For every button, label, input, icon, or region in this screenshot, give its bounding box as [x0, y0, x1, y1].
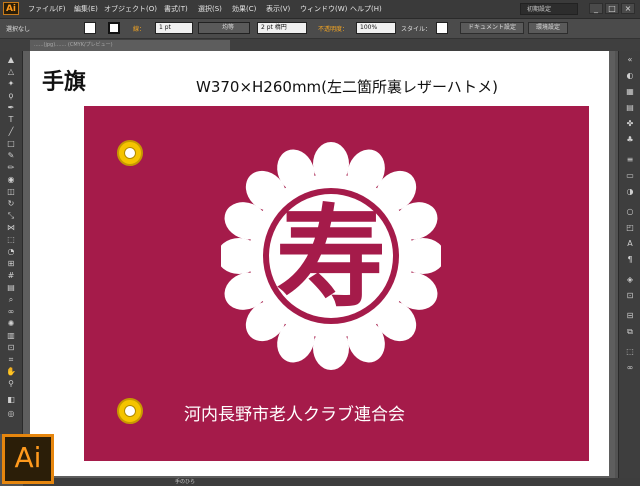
brush-select[interactable]: 2 pt 楕円 — [257, 22, 307, 34]
color-panel-icon[interactable]: ◐ — [624, 71, 636, 81]
paragraph-panel-icon[interactable]: ¶ — [624, 255, 636, 265]
menu-edit[interactable]: 編集(E) — [74, 4, 98, 14]
artwork-spec: W370×H260mm(左二箇所裏レザーハトメ) — [196, 78, 499, 96]
close-button[interactable]: × — [621, 3, 635, 14]
artboards-panel-icon[interactable]: ⊡ — [624, 291, 636, 301]
pencil-tool-icon[interactable]: ✏ — [5, 163, 17, 173]
workspace-switcher[interactable]: 初期設定 — [520, 3, 578, 15]
appearance-panel-icon[interactable]: ○ — [624, 207, 636, 217]
stroke-label[interactable]: 線： — [133, 24, 145, 33]
collapse-icon[interactable]: « — [624, 55, 636, 65]
paintbrush-tool-icon[interactable]: ✎ — [5, 151, 17, 161]
symbols-panel-icon[interactable]: ♣ — [624, 135, 636, 145]
fill-stroke-icon[interactable]: ◧ — [5, 395, 17, 405]
menu-window[interactable]: ウィンドウ(W) — [300, 4, 347, 14]
top-grommet — [117, 140, 143, 166]
type-tool-icon[interactable]: T — [5, 115, 17, 125]
bottom-grommet — [117, 398, 143, 424]
menu-file[interactable]: ファイル(F) — [28, 4, 66, 14]
illustrator-badge: Ai — [2, 434, 54, 484]
slice-tool-icon[interactable]: ⌗ — [5, 355, 17, 365]
artwork-title: 手旗 — [42, 69, 87, 95]
selection-status: 選択なし — [6, 26, 31, 33]
app-logo: Ai — [3, 2, 19, 15]
document-tab[interactable]: ......(jpg)....... (CMYK/プレビュー) — [30, 40, 230, 51]
menu-view[interactable]: 表示(V) — [266, 4, 290, 14]
transform-panel-icon[interactable]: ⬚ — [624, 347, 636, 357]
menu-bar: Ai ファイル(F) 編集(E) オブジェクト(O) 書式(T) 選択(S) 効… — [0, 0, 640, 19]
lasso-tool-icon[interactable]: ϙ — [5, 91, 17, 101]
artboard-tool-icon[interactable]: ⊡ — [5, 343, 17, 353]
line-tool-icon[interactable]: ╱ — [5, 127, 17, 137]
eraser-tool-icon[interactable]: ◫ — [5, 187, 17, 197]
selection-tool-icon[interactable]: ▲ — [5, 55, 17, 65]
document-tab-bar: ......(jpg)....... (CMYK/プレビュー) — [0, 39, 640, 51]
magic-wand-tool-icon[interactable]: ✦ — [5, 79, 17, 89]
minimize-button[interactable]: _ — [589, 3, 603, 14]
gradient-tool-icon[interactable]: ▤ — [5, 283, 17, 293]
align-panel-icon[interactable]: ⊟ — [624, 311, 636, 321]
fill-swatch[interactable] — [84, 22, 96, 34]
brushes-panel-icon[interactable]: ✤ — [624, 119, 636, 129]
maximize-button[interactable]: □ — [605, 3, 619, 14]
gradient-panel-icon[interactable]: ▭ — [624, 171, 636, 181]
status-bar: 手のひら — [23, 478, 640, 486]
style-label: スタイル： — [401, 26, 432, 33]
graphic-styles-icon[interactable]: ◰ — [624, 223, 636, 233]
scale-tool-icon[interactable]: ⤡ — [5, 211, 17, 221]
menu-help[interactable]: ヘルプ(H) — [350, 4, 382, 14]
stroke-panel-icon[interactable]: ≡ — [624, 155, 636, 165]
color-guide-icon[interactable]: ▦ — [624, 87, 636, 97]
stroke-weight-field[interactable]: 1 pt — [155, 22, 193, 34]
column-graph-tool-icon[interactable]: ▥ — [5, 331, 17, 341]
transparency-panel-icon[interactable]: ◑ — [624, 187, 636, 197]
direct-selection-tool-icon[interactable]: △ — [5, 67, 17, 77]
stroke-profile-select[interactable]: 均等 — [198, 22, 250, 34]
mesh-tool-icon[interactable]: # — [5, 271, 17, 281]
chrysanthemum-emblem: 寿 — [221, 142, 441, 370]
opacity-field[interactable]: 100% — [356, 22, 396, 34]
pen-tool-icon[interactable]: ✒ — [5, 103, 17, 113]
menu-object[interactable]: オブジェクト(O) — [104, 4, 157, 14]
perspective-grid-tool-icon[interactable]: ⊞ — [5, 259, 17, 269]
links-panel-icon[interactable]: ∞ — [624, 363, 636, 373]
style-swatch[interactable] — [436, 22, 448, 34]
draw-mode-icon[interactable]: ◎ — [5, 409, 17, 419]
current-tool-status: 手のひら — [175, 479, 196, 485]
shape-builder-tool-icon[interactable]: ◔ — [5, 247, 17, 257]
organization-name: 河内長野市老人クラブ連合会 — [184, 405, 405, 425]
stroke-swatch[interactable] — [108, 22, 120, 34]
hand-tool-icon[interactable]: ✋ — [5, 367, 17, 377]
zoom-tool-icon[interactable]: ⚲ — [5, 379, 17, 389]
opacity-label[interactable]: 不透明度： — [318, 24, 348, 33]
blob-brush-tool-icon[interactable]: ◉ — [5, 175, 17, 185]
swatches-panel-icon[interactable]: ▤ — [624, 103, 636, 113]
menu-type[interactable]: 書式(T) — [164, 4, 188, 14]
rotate-tool-icon[interactable]: ↻ — [5, 199, 17, 209]
panel-dock: « ◐ ▦ ▤ ✤ ♣ ≡ ▭ ◑ ○ ◰ A ¶ ◈ ⊡ ⊟ ⧉ ⬚ ∞ — [618, 51, 640, 478]
preferences-button[interactable]: 環境設定 — [528, 22, 568, 34]
free-transform-tool-icon[interactable]: ⬚ — [5, 235, 17, 245]
width-tool-icon[interactable]: ⋈ — [5, 223, 17, 233]
symbol-sprayer-tool-icon[interactable]: ✺ — [5, 319, 17, 329]
tools-panel: ▲ △ ✦ ϙ ✒ T ╱ □ ✎ ✏ ◉ ◫ ↻ ⤡ ⋈ ⬚ ◔ ⊞ # ▤ … — [0, 51, 23, 434]
document-setup-button[interactable]: ドキュメント設定 — [460, 22, 524, 34]
character-panel-icon[interactable]: A — [624, 239, 636, 249]
menu-effect[interactable]: 効果(C) — [232, 4, 256, 14]
rectangle-tool-icon[interactable]: □ — [5, 139, 17, 149]
control-bar: 選択なし 線： 1 pt 均等 2 pt 楕円 不透明度： 100% スタイル：… — [0, 19, 640, 39]
menu-select[interactable]: 選択(S) — [198, 4, 222, 14]
emblem-character: 寿 — [276, 193, 386, 322]
stroke-profile-label: 均等 — [222, 24, 235, 31]
layers-panel-icon[interactable]: ◈ — [624, 275, 636, 285]
pathfinder-panel-icon[interactable]: ⧉ — [624, 327, 636, 337]
eyedropper-tool-icon[interactable]: ⌕ — [5, 295, 17, 305]
blend-tool-icon[interactable]: ∞ — [5, 307, 17, 317]
